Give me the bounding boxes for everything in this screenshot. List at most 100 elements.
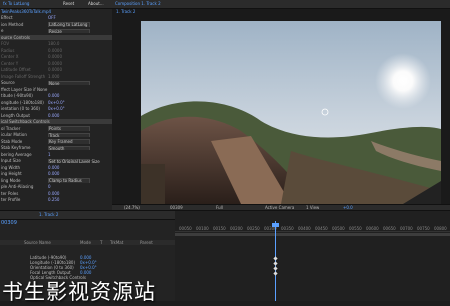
col-parent[interactable]: Parent <box>140 240 153 245</box>
composition-tabbar: Composition 1. Track 2 <box>112 0 450 9</box>
effect-property-label: FOV <box>1 41 10 46</box>
effect-property-value[interactable]: 0 <box>48 184 51 189</box>
effect-property-dropdown[interactable]: Smooth <box>48 145 90 150</box>
effect-property-row[interactable]: Effect OFF <box>0 15 112 20</box>
effect-property-value[interactable]: 0x+0.0° <box>48 106 65 111</box>
timeline-graph[interactable]: 00050 00100 00150 00200 00250 00300 00350 00400… <box>175 211 450 301</box>
ruler-tick-label: 00550 <box>349 226 362 231</box>
fx-effect-name[interactable]: fx To LatLong <box>0 0 32 8</box>
ruler-tick-label: 00700 <box>400 226 413 231</box>
effect-controls-panel: fx To LatLong Reset About... TwinPeaks36… <box>0 0 113 210</box>
effect-property-dropdown[interactable]: Key Framed <box>48 139 90 144</box>
effect-property-value[interactable]: 0.0000 <box>48 48 62 53</box>
ruler-tick-label: 00400 <box>298 226 311 231</box>
keyframe[interactable] <box>273 256 278 261</box>
effect-property-value[interactable]: 0.0000 <box>48 61 62 66</box>
effect-property-value[interactable]: 0.000 <box>48 191 59 196</box>
effect-property-dropdown[interactable]: Resize <box>48 28 90 33</box>
effect-property-value[interactable]: 0.000 <box>48 113 59 118</box>
keyframe[interactable] <box>273 271 278 276</box>
effect-property-row[interactable]: icular Motion Track <box>0 132 112 137</box>
effect-property-label: ol Tracker <box>1 125 21 131</box>
effect-property-value[interactable]: 180.0 <box>48 41 59 46</box>
effect-property-label: icular Motion <box>1 132 27 137</box>
timeline-timecode[interactable]: 00309 <box>1 220 17 226</box>
effect-property-row[interactable]: Center Y 0.0000 <box>0 61 112 66</box>
effect-property-dropdown[interactable]: Clamp to Radius <box>48 178 90 183</box>
effect-property-row[interactable]: ource Controls <box>0 34 112 40</box>
effect-property-row[interactable]: ical Switchback Controls <box>0 119 112 124</box>
col-t[interactable]: T <box>100 240 102 245</box>
effect-property-dropdown[interactable]: Set to Original Layer Size <box>48 158 100 163</box>
effect-property-row[interactable]: ter Poles 0.000 <box>0 191 112 196</box>
col-mode[interactable]: Mode <box>80 240 91 245</box>
effect-property-row[interactable]: ling Mode Clamp to Radius <box>0 178 112 183</box>
effect-property-value[interactable]: 0.0000 <box>48 54 62 59</box>
effect-property-row[interactable]: Center X 0.0000 <box>0 54 112 59</box>
effect-property-row[interactable]: ol Tracker Points <box>0 126 112 131</box>
effect-property-row[interactable]: Length Output 0.000 <box>0 113 112 118</box>
effect-property-label: ple Anti-Aliasing <box>1 184 34 189</box>
col-source-name[interactable]: Source Name <box>24 240 51 245</box>
effect-property-dropdown[interactable]: None <box>48 80 90 85</box>
effect-property-label: e <box>1 28 4 33</box>
effect-property-value[interactable]: OFF <box>48 15 56 20</box>
effect-property-value[interactable]: 0.250 <box>48 197 59 202</box>
effect-property-row[interactable]: Stab Mode Key Framed <box>0 139 112 144</box>
effect-property-row[interactable]: ple Anti-Aliasing 0 <box>0 184 112 189</box>
effect-property-label: ing Width <box>1 164 21 170</box>
effect-property-value[interactable]: 1 <box>48 152 51 157</box>
effect-property-value[interactable]: 0x+0.0° <box>48 100 65 105</box>
ruler-tick-label: 00200 <box>230 226 243 231</box>
effect-property-dropdown[interactable]: Track <box>48 132 90 137</box>
effect-property-dropdown[interactable]: Points <box>48 126 90 131</box>
effect-property-label: ter Poles <box>1 190 19 196</box>
panorama-frame[interactable] <box>141 21 441 204</box>
effect-property-row[interactable]: ing Width 0.000 <box>0 165 112 170</box>
ruler-tick-label: 00750 <box>417 226 430 231</box>
effect-property-row[interactable]: Radius 0.0000 <box>0 48 112 53</box>
effect-property-row[interactable]: bering Average 1 <box>0 152 112 157</box>
effect-property-row[interactable]: ion Method LatLong to LatLong <box>0 22 112 27</box>
timeline-column-header: Source Name Mode T TrkMat Parent <box>0 240 175 245</box>
effect-property-label: ientation (0 to 360) <box>1 106 40 111</box>
reset-link[interactable]: Reset <box>60 0 77 8</box>
ruler-tick-label: 00100 <box>196 226 209 231</box>
effect-property-label: Stab Keyframe <box>1 145 31 150</box>
about-link[interactable]: About... <box>85 0 107 8</box>
effect-property-row[interactable]: Stab Keyframe Smooth <box>0 145 112 150</box>
effect-property-row[interactable]: e Resize <box>0 28 112 33</box>
time-ruler[interactable]: 00050 00100 00150 00200 00250 00300 00350 00400… <box>175 226 450 232</box>
effect-property-row[interactable]: ing Height 0.000 <box>0 171 112 176</box>
effect-property-row[interactable]: ongitude (-180to180) 0x+0.0° <box>0 100 112 105</box>
keyframe[interactable] <box>273 261 278 266</box>
effect-property-row[interactable]: FOV 180.0 <box>0 41 112 46</box>
comp-breadcrumb[interactable]: 1. Track 2 <box>112 9 139 15</box>
effect-property-value[interactable]: 0.0000 <box>48 67 62 72</box>
effect-property-value[interactable]: 0.000 <box>48 165 59 170</box>
watermark-text: 书生影视资源站 <box>2 280 156 304</box>
ruler-tick-label: 00600 <box>366 226 379 231</box>
col-trkmat[interactable]: TrkMat <box>110 240 123 245</box>
effect-property-value[interactable]: 0.000 <box>48 171 59 176</box>
effect-property-dropdown[interactable]: LatLong to LatLong <box>48 22 90 27</box>
effect-property-value[interactable]: 0.000 <box>48 93 59 98</box>
effect-property-row[interactable]: Source None <box>0 80 112 85</box>
tab-composition[interactable]: Composition 1. Track 2 <box>112 0 164 8</box>
effect-property-row[interactable]: Latitude Offset 0.0000 <box>0 67 112 72</box>
effect-property-row[interactable]: ientation (0 to 360) 0x+0.0° <box>0 106 112 111</box>
work-area-bar[interactable] <box>175 233 450 236</box>
ruler-tick-label: 00250 <box>247 226 260 231</box>
effect-controls-tabbar: fx To LatLong Reset About... <box>0 0 112 9</box>
effect-property-row[interactable]: titude (-90to90) 0.000 <box>0 93 112 98</box>
effect-property-row[interactable]: Image Falloff Strength 1.000 <box>0 74 112 79</box>
timeline-tabbar: 1. Track 2 <box>0 211 175 220</box>
tab-timeline[interactable]: 1. Track 2 <box>36 211 61 219</box>
effect-property-label: ffect Layer Size if None <box>1 86 48 92</box>
effect-property-row[interactable]: Input Size Set to Original Layer Size <box>0 158 112 163</box>
keyframe[interactable] <box>273 266 278 271</box>
effect-property-row[interactable]: ffect Layer Size if None <box>0 87 112 92</box>
effect-property-row[interactable]: ter Profile 0.250 <box>0 197 112 202</box>
effect-property-label: Image Falloff Strength <box>1 73 46 79</box>
effect-property-value[interactable]: 1.000 <box>48 74 59 79</box>
